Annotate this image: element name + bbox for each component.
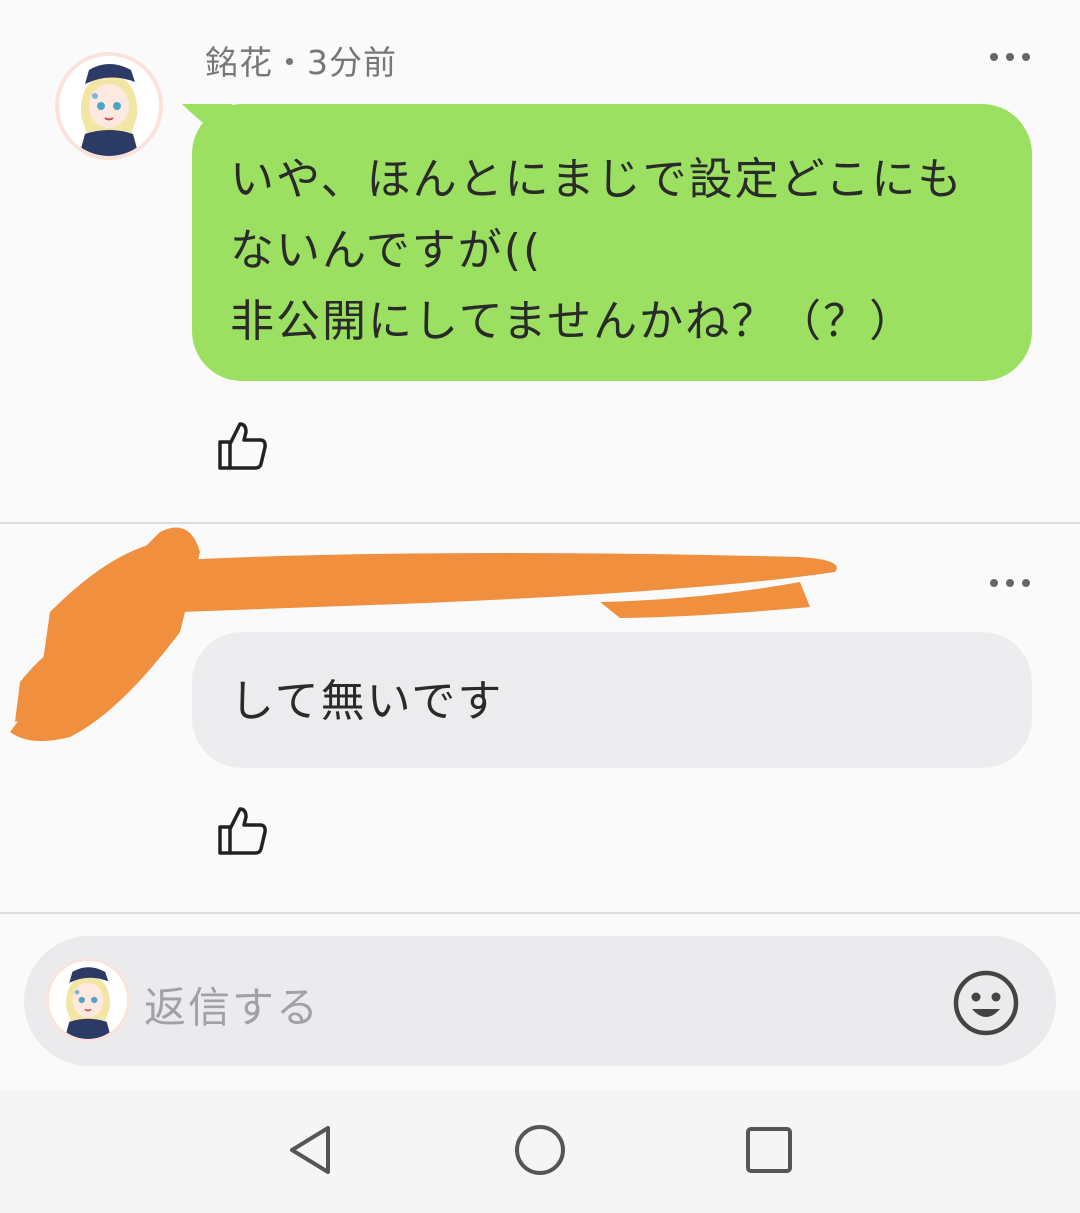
- bubble-tail: [182, 104, 232, 144]
- home-circle-icon[interactable]: [510, 1120, 570, 1180]
- comment-divider: [0, 522, 1080, 524]
- thumbs-up-icon[interactable]: [214, 418, 270, 474]
- comment-text: して無いです: [230, 676, 504, 727]
- comment-thread-screen: 銘花・3分前 いや、ほんとにまじで設定どこにも ないんですが(( 非公開にしてま…: [0, 0, 1080, 1213]
- back-triangle-icon[interactable]: [282, 1120, 342, 1180]
- avatar-illustration: [49, 961, 127, 1039]
- comment-divider: [0, 912, 1080, 914]
- author-avatar[interactable]: [55, 52, 163, 160]
- comment-text: いや、ほんとにまじで設定どこにも ないんですが(( 非公開にしてませんかね？（？…: [230, 154, 964, 347]
- current-user-avatar: [46, 958, 130, 1042]
- comment-bubble: いや、ほんとにまじで設定どこにも ないんですが(( 非公開にしてませんかね？（？…: [182, 104, 1032, 381]
- thumbs-up-icon[interactable]: [214, 803, 270, 859]
- comment-meta: 銘花・3分前: [205, 43, 397, 82]
- recent-square-icon[interactable]: [740, 1120, 800, 1180]
- smiley-icon[interactable]: [952, 969, 1020, 1037]
- comment-bubble: して無いです: [192, 632, 1032, 768]
- more-options-icon[interactable]: [990, 49, 1030, 65]
- reply-input-bar[interactable]: 返信する: [24, 936, 1056, 1066]
- avatar-illustration: [59, 56, 159, 156]
- more-options-icon[interactable]: [990, 575, 1030, 591]
- reply-placeholder[interactable]: 返信する: [144, 974, 320, 1035]
- system-navigation-bar: [0, 1090, 1080, 1213]
